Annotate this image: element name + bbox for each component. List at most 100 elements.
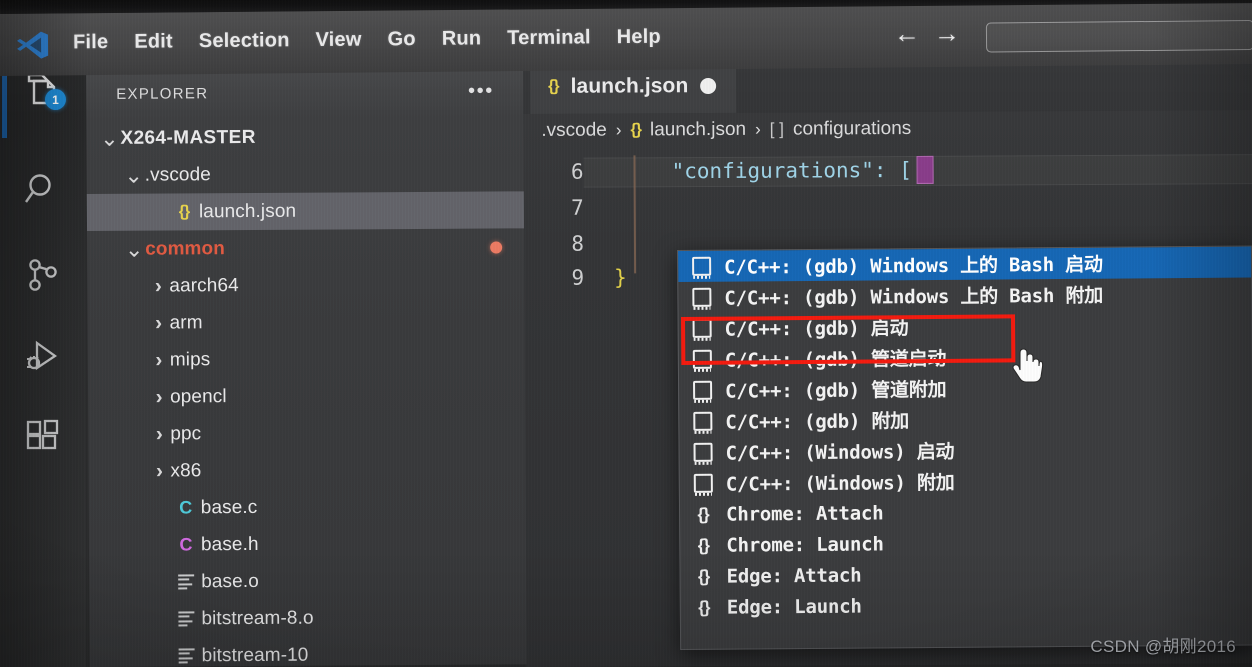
menu-selection[interactable]: Selection: [186, 25, 303, 57]
debug-config-icon: [689, 380, 715, 400]
activity-item-extensions[interactable]: [16, 410, 70, 464]
binary-icon: [172, 645, 202, 666]
forward-arrow-icon[interactable]: →: [934, 18, 960, 48]
file-tree: ⌄ X264-MASTER ⌄ .vscode{} launch.json ⌄ common…: [86, 117, 526, 667]
chevron-right-icon[interactable]: ›: [148, 311, 170, 335]
vscode-logo-icon: [16, 30, 50, 60]
breadcrumb-item-file[interactable]: launch.json: [650, 119, 746, 142]
suggestion-item-label: Chrome: Launch: [726, 532, 884, 557]
tree-row[interactable]: {} launch.json: [86, 191, 525, 231]
suggestion-item[interactable]: {} Edge: Launch: [681, 587, 1252, 622]
chevron-right-icon[interactable]: ›: [147, 274, 169, 298]
menu-go[interactable]: Go: [374, 24, 428, 56]
tree-row[interactable]: Cbase.c: [89, 487, 526, 527]
breadcrumb-separator-icon: ›: [755, 119, 761, 139]
tree-row[interactable]: › x86: [88, 450, 525, 490]
activity-item-search[interactable]: [16, 162, 70, 216]
suggestion-item-label: C/C++: (gdb) 附加: [725, 410, 910, 434]
suggestion-item[interactable]: C/C++: (Windows) 启动: [679, 432, 1252, 467]
tree-row[interactable]: › aarch64: [87, 265, 524, 305]
binary-icon: [171, 608, 201, 629]
tree-row[interactable]: Cbase.h: [89, 524, 526, 564]
command-center-input[interactable]: [985, 20, 1252, 53]
suggestion-item[interactable]: C/C++: (gdb) 管道附加: [679, 370, 1252, 405]
tree-root-row[interactable]: ⌄ X264-MASTER: [86, 117, 523, 157]
activity-item-source-control[interactable]: [16, 248, 70, 302]
tree-row-label: launch.json: [198, 200, 297, 222]
debug-config-icon: [688, 256, 714, 276]
breadcrumb-item-configurations[interactable]: configurations: [793, 118, 911, 141]
suggestion-item[interactable]: {} Chrome: Launch: [680, 525, 1252, 560]
activity-item-run-and-debug[interactable]: [16, 330, 70, 384]
tree-row[interactable]: bitstream-10: [90, 635, 527, 667]
array-icon: [ ]: [769, 119, 784, 139]
chevron-right-icon[interactable]: ›: [148, 422, 170, 446]
chevron-down-icon[interactable]: ⌄: [123, 236, 145, 261]
extensions-icon: [26, 419, 59, 450]
back-arrow-icon[interactable]: ←: [894, 18, 920, 48]
suggestion-item[interactable]: C/C++: (gdb) 附加: [679, 401, 1252, 436]
suggestion-item-label: C/C++: (Windows) 附加: [725, 471, 955, 496]
tree-row-label: opencl: [169, 385, 227, 407]
tree-row[interactable]: ⌄ .vscode: [87, 154, 524, 194]
breadcrumb-separator-icon: ›: [615, 120, 622, 140]
tree-row[interactable]: bitstream-8.o: [89, 598, 526, 638]
suggestion-item[interactable]: {} Edge: Attach: [680, 556, 1252, 591]
tree-row-label: base.h: [200, 533, 259, 555]
tree-row-label: .vscode: [144, 163, 211, 186]
braces-icon: {}: [697, 535, 709, 555]
tree-row-label: mips: [169, 348, 211, 370]
braces-icon: {}: [698, 597, 710, 617]
line-number: 7: [571, 195, 584, 220]
json-icon: {}: [630, 121, 642, 139]
tree-row-label: common: [145, 237, 225, 260]
tree-row[interactable]: › opencl: [88, 376, 525, 416]
explorer-sidebar: EXPLORER ••• ⌄ X264-MASTER ⌄ .vscode{} launc…: [86, 57, 527, 667]
explorer-more-actions-button[interactable]: •••: [468, 81, 494, 102]
suggestion-item[interactable]: C/C++: (Windows) 附加: [680, 463, 1252, 498]
suggestion-item[interactable]: C/C++: (gdb) Windows 上的 Bash 启动: [678, 246, 1252, 282]
chevron-right-icon[interactable]: ›: [148, 385, 170, 409]
c-header-icon: C: [179, 534, 193, 555]
menu-terminal[interactable]: Terminal: [494, 22, 604, 54]
menu-bar: File Edit Selection View Go Run Terminal…: [0, 1, 1252, 77]
breadcrumb: .vscode › {} launch.json › [ ] configura…: [541, 118, 911, 142]
suggestion-item[interactable]: {} Chrome: Attach: [680, 494, 1252, 529]
suggestion-item-label: Edge: Attach: [726, 564, 862, 588]
suggestion-item-label: C/C++: (gdb) 管道附加: [725, 378, 947, 403]
suggestion-item[interactable]: C/C++: (gdb) Windows 上的 Bash 附加: [678, 277, 1251, 312]
suggestion-item-label: C/C++: (gdb) Windows 上的 Bash 附加: [724, 284, 1104, 310]
tree-row[interactable]: › arm: [87, 302, 524, 342]
chevron-right-icon[interactable]: ›: [148, 459, 170, 483]
navigation-arrows: ← →: [894, 18, 960, 49]
suggestion-item-label: C/C++: (gdb) Windows 上的 Bash 启动: [724, 253, 1103, 279]
search-icon: [25, 174, 51, 203]
unsaved-indicator-icon: [700, 77, 717, 95]
menu-run[interactable]: Run: [429, 23, 495, 55]
debug-config-icon: [690, 442, 716, 462]
menu-edit[interactable]: Edit: [121, 26, 186, 58]
bracket-match-highlight: [916, 155, 934, 184]
tree-row[interactable]: › mips: [88, 339, 525, 379]
chevron-down-icon[interactable]: ⌄: [98, 125, 120, 150]
suggestion-dropdown[interactable]: C/C++: (gdb) Windows 上的 Bash 启动 C/C++: (g…: [677, 245, 1252, 650]
code-token-closing-brace: }: [614, 265, 627, 290]
tree-row-label: bitstream-8.o: [201, 607, 314, 629]
line-number: 9: [571, 265, 585, 290]
chevron-down-icon[interactable]: ⌄: [123, 162, 145, 187]
json-icon: {}: [178, 202, 190, 220]
breadcrumb-item-folder[interactable]: .vscode: [541, 120, 607, 142]
tree-row-label: base.c: [200, 496, 258, 518]
tree-row[interactable]: ⌄ common: [87, 228, 524, 268]
modified-indicator-icon: [490, 241, 503, 254]
tree-row[interactable]: base.o: [89, 561, 526, 601]
menu-help[interactable]: Help: [604, 22, 674, 54]
run-debug-icon: [27, 340, 58, 371]
chevron-right-icon[interactable]: ›: [148, 348, 170, 372]
menu-file[interactable]: File: [60, 27, 122, 59]
debug-config-icon: [690, 473, 716, 493]
code-token-configurations: "configurations": [: [671, 157, 912, 184]
menu-view[interactable]: View: [302, 24, 374, 56]
json-icon: {}: [548, 77, 559, 95]
tree-row[interactable]: › ppc: [88, 413, 525, 453]
